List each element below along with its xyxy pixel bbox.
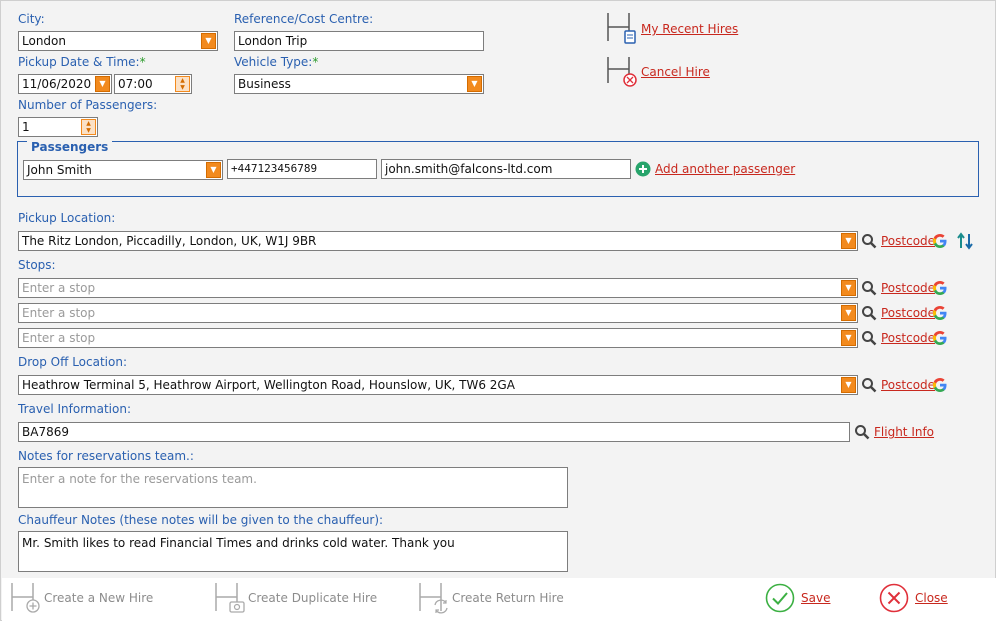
passengers-stepper[interactable]: ▲ ▼ <box>81 119 96 135</box>
create-return-hire-button[interactable]: Create Return Hire <box>452 591 564 605</box>
checkmark-circle-icon[interactable] <box>765 583 795 613</box>
num-passengers-label: Number of Passengers: <box>18 98 158 112</box>
passenger-name-value: John Smith <box>27 163 92 177</box>
google-icon[interactable] <box>932 330 948 346</box>
pickup-date-input[interactable]: 11/06/2020 ▼ <box>18 74 112 94</box>
search-icon[interactable] <box>854 424 870 440</box>
chauffeur-notes-label: Chauffeur Notes (these notes will be giv… <box>18 513 384 527</box>
dropoff-location-label: Drop Off Location: <box>18 355 128 369</box>
pickup-location-input[interactable]: The Ritz London, Piccadilly, London, UK,… <box>18 231 858 251</box>
chevron-down-icon[interactable]: ▼ <box>841 377 856 393</box>
pickup-postcode-link[interactable]: Postcode <box>881 234 935 248</box>
search-icon[interactable] <box>861 305 877 321</box>
flight-info-link[interactable]: Flight Info <box>874 425 934 439</box>
save-button[interactable]: Save <box>801 591 830 605</box>
notes-label: Notes for reservations team.: <box>18 449 194 463</box>
search-icon[interactable] <box>861 377 877 393</box>
google-icon[interactable] <box>932 377 948 393</box>
num-passengers-input[interactable]: 1 ▲ ▼ <box>18 117 98 137</box>
travel-info-label: Travel Information: <box>18 402 131 416</box>
pickup-date-value: 11/06/2020 <box>22 77 92 91</box>
vehicle-type-value: Business <box>238 77 291 91</box>
vehicle-type-select[interactable]: Business ▼ <box>234 74 484 94</box>
city-select[interactable]: London ▼ <box>18 31 218 51</box>
passengers-legend: Passengers <box>27 140 113 154</box>
chevron-down-icon[interactable]: ▼ <box>841 330 856 346</box>
new-hire-icon[interactable] <box>9 581 41 615</box>
my-recent-hires-link[interactable]: My Recent Hires <box>641 22 738 36</box>
city-value: London <box>22 34 66 48</box>
passenger-phone-input[interactable]: +447123456789 <box>227 159 377 179</box>
passenger-email-input[interactable]: john.smith@falcons-ltd.com <box>381 159 631 179</box>
google-icon[interactable] <box>932 305 948 321</box>
num-passengers-value: 1 <box>22 120 30 134</box>
city-label: City: <box>18 12 45 26</box>
dropoff-postcode-link[interactable]: Postcode <box>881 378 935 392</box>
chevron-down-icon[interactable]: ▼ <box>206 162 221 178</box>
stop-input[interactable]: Enter a stop ▼ <box>18 328 858 348</box>
stop-placeholder: Enter a stop <box>22 306 96 320</box>
passenger-name-select[interactable]: John Smith ▼ <box>23 160 223 180</box>
recent-hires-icon[interactable] <box>605 11 639 45</box>
create-new-hire-button[interactable]: Create a New Hire <box>44 591 153 605</box>
chevron-down-icon[interactable]: ▼ <box>841 233 856 249</box>
stop-placeholder: Enter a stop <box>22 331 96 345</box>
pickup-location-value: The Ritz London, Piccadilly, London, UK,… <box>22 234 317 248</box>
search-icon[interactable] <box>861 233 877 249</box>
chevron-down-icon[interactable]: ▼ <box>467 76 482 92</box>
search-icon[interactable] <box>861 330 877 346</box>
stop-placeholder: Enter a stop <box>22 281 96 295</box>
pickup-datetime-label: Pickup Date & Time:* <box>18 55 146 69</box>
travel-info-input[interactable]: BA7869 <box>18 422 850 442</box>
chevron-down-icon[interactable]: ▼ <box>841 280 856 296</box>
pickup-location-label: Pickup Location: <box>18 211 116 225</box>
pickup-time-input[interactable]: 07:00 ▲ ▼ <box>114 74 192 94</box>
stop-input[interactable]: Enter a stop ▼ <box>18 278 858 298</box>
stop-postcode-link[interactable]: Postcode <box>881 306 935 320</box>
add-passenger-link[interactable]: Add another passenger <box>655 162 795 176</box>
search-icon[interactable] <box>861 280 877 296</box>
google-icon[interactable] <box>932 280 948 296</box>
google-icon[interactable] <box>932 233 948 249</box>
chevron-down-icon[interactable]: ▼ <box>201 33 216 49</box>
dropoff-location-input[interactable]: Heathrow Terminal 5, Heathrow Airport, W… <box>18 375 858 395</box>
cancel-hire-icon[interactable] <box>605 55 639 89</box>
swap-icon[interactable] <box>956 232 974 250</box>
cancel-hire-link[interactable]: Cancel Hire <box>641 65 710 79</box>
reference-label: Reference/Cost Centre: <box>234 12 374 26</box>
pickup-time-value: 07:00 <box>118 77 153 91</box>
add-circle-icon[interactable] <box>635 161 651 177</box>
chevron-down-icon[interactable]: ▼ <box>95 76 110 92</box>
booking-form: City: London ▼ Reference/Cost Centre: Lo… <box>0 0 996 621</box>
close-circle-icon[interactable] <box>879 583 909 613</box>
create-duplicate-hire-button[interactable]: Create Duplicate Hire <box>248 591 377 605</box>
chauffeur-notes-textarea[interactable]: Mr. Smith likes to read Financial Times … <box>18 531 568 572</box>
stops-label: Stops: <box>18 258 56 272</box>
stop-postcode-link[interactable]: Postcode <box>881 281 935 295</box>
reference-input[interactable]: London Trip <box>234 31 484 51</box>
time-stepper[interactable]: ▲ ▼ <box>175 76 190 92</box>
return-hire-icon[interactable] <box>417 581 449 615</box>
dropoff-location-value: Heathrow Terminal 5, Heathrow Airport, W… <box>22 378 515 392</box>
notes-textarea[interactable]: Enter a note for the reservations team. <box>18 467 568 508</box>
duplicate-hire-icon[interactable] <box>213 581 245 615</box>
stop-postcode-link[interactable]: Postcode <box>881 331 935 345</box>
close-button[interactable]: Close <box>915 591 948 605</box>
vehicle-type-label: Vehicle Type:* <box>234 55 319 69</box>
chevron-down-icon[interactable]: ▼ <box>841 305 856 321</box>
stop-input[interactable]: Enter a stop ▼ <box>18 303 858 323</box>
